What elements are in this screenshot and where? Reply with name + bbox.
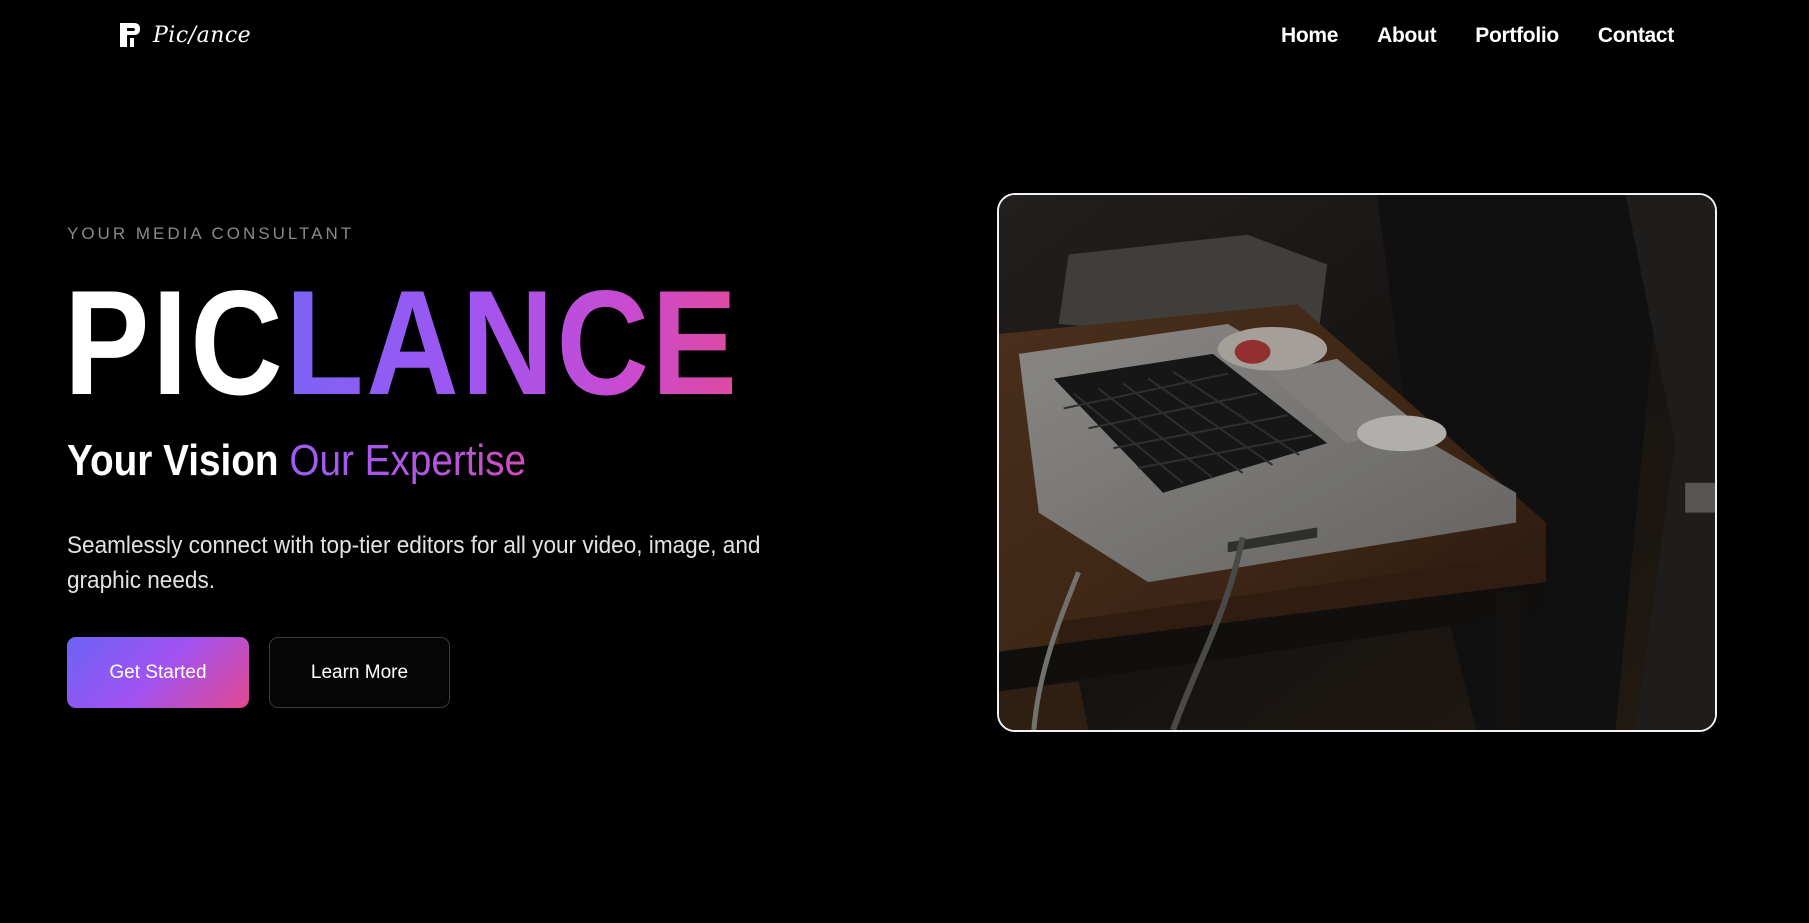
hero-image: [997, 193, 1717, 732]
logo-text: Pic/ance: [153, 22, 252, 48]
hero-tagline: Your Vision Our Expertise: [67, 436, 526, 486]
nav-link-home[interactable]: Home: [1281, 24, 1338, 48]
brand-logo[interactable]: Pic/ance: [119, 22, 251, 48]
tagline-part2: Our Expertise: [289, 436, 527, 485]
nav-link-about[interactable]: About: [1377, 24, 1436, 48]
nav-link-portfolio[interactable]: Portfolio: [1475, 24, 1559, 48]
nav-links: Home About Portfolio Contact: [1281, 24, 1674, 48]
learn-more-button[interactable]: Learn More: [269, 637, 450, 708]
laptop-on-table-illustration: [999, 195, 1715, 730]
brand-title-part2: LANCE: [285, 259, 740, 426]
hero-eyebrow: YOUR MEDIA CONSULTANT: [67, 224, 355, 243]
get-started-button[interactable]: Get Started: [67, 637, 249, 708]
piclance-logo-icon: [120, 23, 140, 47]
hero-description: Seamlessly connect with top-tier editors…: [67, 532, 761, 594]
brand-title-part1: PIC: [64, 259, 286, 426]
top-navbar: Pic/ance Home About Portfolio Contact: [0, 0, 1809, 76]
tagline-part1: Your Vision: [67, 436, 279, 485]
hero-brand-title: PICLANCE: [64, 268, 740, 417]
nav-link-contact[interactable]: Contact: [1598, 24, 1674, 48]
